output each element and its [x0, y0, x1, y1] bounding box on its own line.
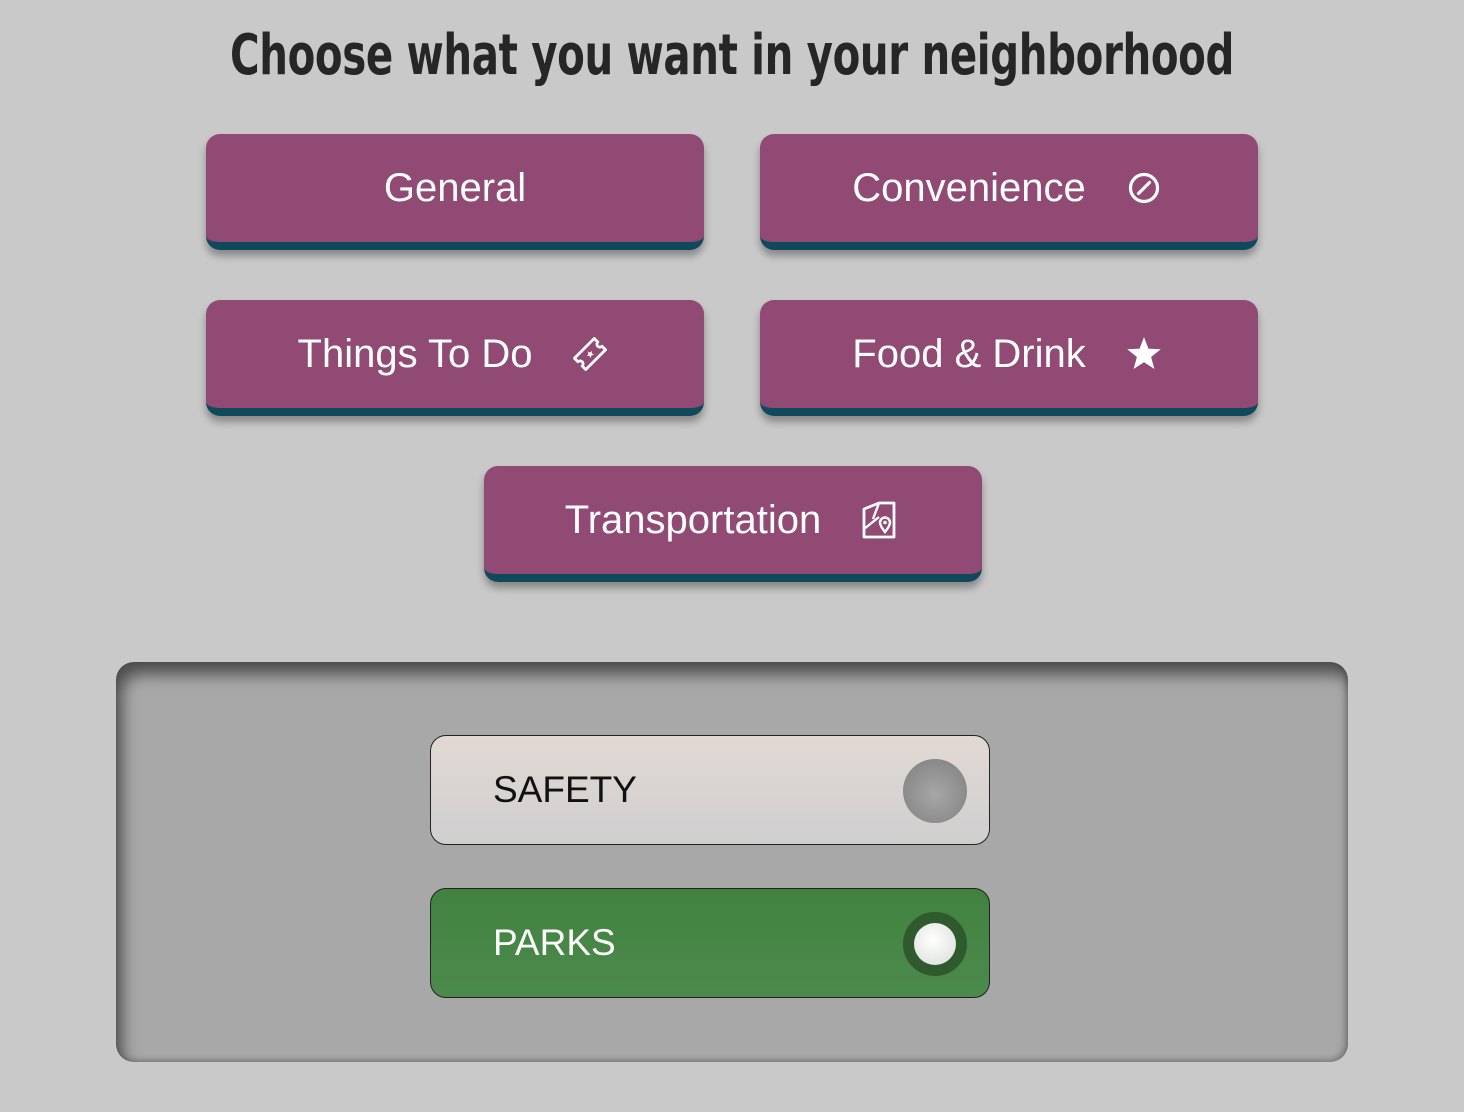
preferences-panel: SAFETY PARKS [116, 662, 1348, 1062]
parks-toggle-knob[interactable] [903, 912, 967, 976]
parks-toggle[interactable]: PARKS [430, 888, 990, 998]
safety-toggle-knob[interactable] [903, 759, 967, 823]
map-pin-icon [857, 498, 901, 542]
page-title: Choose what you want in your neighborhoo… [229, 23, 1235, 88]
convenience-button[interactable]: Convenience [760, 134, 1258, 250]
food-and-drink-button[interactable]: Food & Drink [760, 300, 1258, 416]
safety-toggle-label: SAFETY [493, 769, 637, 810]
safety-toggle[interactable]: SAFETY [430, 735, 990, 845]
compass-icon [1122, 166, 1166, 210]
transportation-button[interactable]: Transportation [484, 466, 982, 582]
ticket-icon [568, 332, 612, 376]
transportation-button-label: Transportation [564, 498, 822, 542]
star-icon [1122, 332, 1166, 376]
general-button-label: General [383, 166, 527, 210]
food-and-drink-button-label: Food & Drink [852, 332, 1086, 376]
convenience-button-label: Convenience [852, 166, 1086, 210]
things-to-do-button-label: Things To Do [297, 332, 533, 376]
parks-toggle-label: PARKS [493, 922, 616, 963]
general-button[interactable]: General [206, 134, 704, 250]
things-to-do-button[interactable]: Things To Do [206, 300, 704, 416]
